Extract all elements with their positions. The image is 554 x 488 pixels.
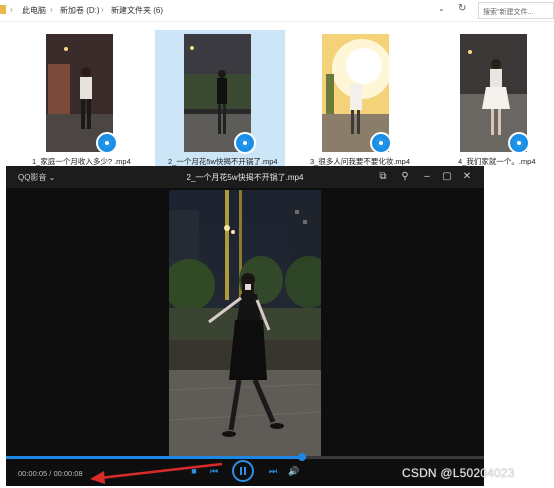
maximize-icon[interactable]: ▢ (440, 170, 454, 184)
qq-player-icon (508, 132, 530, 154)
chevron-right-icon: › (10, 5, 13, 14)
video-frame[interactable] (169, 190, 321, 456)
player-title-bar[interactable]: QQ影音 ⌄ 2_一个月花5w快揭不开锅了.mp4 ⧉ ⚲ – ▢ ✕ (6, 166, 484, 188)
minimize-icon[interactable]: – (420, 170, 434, 184)
progress-bar[interactable] (6, 453, 484, 461)
chevron-down-icon[interactable]: ⌄ (438, 4, 445, 13)
desktop: › 此电脑 › 新加卷 (D:) › 新建文件夹 (6) ⌄ ↻ 搜索"新建文件… (0, 0, 554, 488)
folder-icon (0, 5, 6, 14)
playback-time: 00:00:05 / 00:00:08 (18, 469, 83, 478)
address-bar: › 此电脑 › 新加卷 (D:) › 新建文件夹 (6) ⌄ ↻ 搜索"新建文件… (0, 0, 554, 22)
progress-fill (6, 456, 303, 459)
annotation-arrow (90, 462, 223, 484)
pin-icon[interactable]: ⚲ (398, 170, 412, 184)
pause-button[interactable] (232, 460, 254, 482)
qq-player-icon (370, 132, 392, 154)
qq-player-icon (96, 132, 118, 154)
breadcrumb-drive[interactable]: 新加卷 (D:) (60, 5, 100, 16)
screenshot-icon[interactable]: ⧉ (376, 170, 390, 184)
chevron-right-icon: › (50, 5, 53, 14)
next-icon[interactable]: ⏭ (265, 463, 281, 479)
progress-handle[interactable] (298, 453, 307, 461)
breadcrumb-folder[interactable]: 新建文件夹 (6) (111, 5, 163, 16)
breadcrumb-this-pc[interactable]: 此电脑 (22, 5, 46, 16)
refresh-icon[interactable]: ↻ (458, 3, 466, 14)
volume-icon[interactable]: 🔊 (286, 463, 302, 479)
video-player-window: QQ影音 ⌄ 2_一个月花5w快揭不开锅了.mp4 ⧉ ⚲ – ▢ ✕ 00:0… (6, 166, 484, 486)
close-icon[interactable]: ✕ (460, 170, 474, 184)
qq-player-icon (234, 132, 256, 154)
chevron-right-icon: › (101, 5, 104, 14)
search-input[interactable]: 搜索"新建文件... (478, 2, 554, 19)
watermark: CSDN @L50204023 (402, 466, 515, 480)
player-brand-label: QQ影音 (18, 173, 47, 182)
player-brand-menu[interactable]: QQ影音 ⌄ (18, 172, 55, 183)
player-title: 2_一个月花5w快揭不开锅了.mp4 (186, 173, 304, 182)
